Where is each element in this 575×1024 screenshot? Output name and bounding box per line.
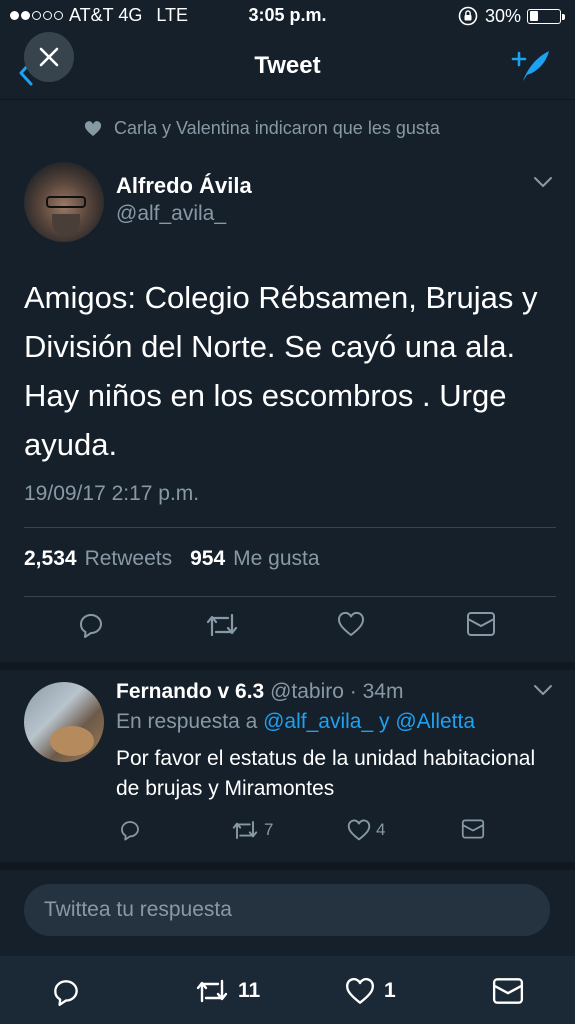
reply-like-button[interactable]: 4 [346, 818, 385, 842]
retweet-count[interactable]: 2,534 [24, 547, 77, 571]
heart-icon [84, 120, 102, 136]
reply-icon [121, 821, 139, 841]
bottom-dm-button[interactable] [492, 976, 524, 1006]
reply-reply-button[interactable] [118, 818, 142, 842]
reply-prefix: En respuesta a [116, 710, 258, 733]
like-count[interactable]: 954 [190, 547, 225, 571]
tweet-stats: 2,534 Retweets 954 Me gusta [24, 547, 330, 571]
bottom-like-button[interactable]: 1 [344, 976, 396, 1006]
reply-text: Por favor el estatus de la unidad habita… [116, 747, 536, 800]
social-context: Carla y Valentina indicaron que les gust… [84, 118, 440, 139]
battery-area: 30% [457, 5, 565, 27]
compose-tweet-icon [511, 51, 549, 81]
heart-icon [338, 611, 364, 636]
section-separator [0, 862, 575, 870]
reply-retweet-button[interactable]: 7 [230, 818, 273, 842]
retweet-icon [206, 613, 238, 637]
bottom-reply-button[interactable] [50, 976, 82, 1008]
like-button[interactable] [336, 610, 366, 638]
envelope-icon [492, 978, 524, 1004]
bottom-retweet-count: 11 [238, 979, 261, 1002]
social-context-label: Carla y Valentina indicaron que les gust… [114, 118, 440, 138]
author-handle[interactable]: @alf_avila_ [116, 202, 226, 226]
orientation-lock-icon [458, 6, 478, 26]
tweet-timestamp: 19/09/17 2:17 p.m. [24, 482, 200, 505]
reply-icon [80, 614, 102, 638]
mention-link[interactable]: @alf_avila_ [263, 710, 373, 733]
page-title: Tweet [254, 52, 321, 79]
reply-separator: · [349, 680, 357, 703]
section-separator [0, 662, 575, 670]
reply-icon [54, 980, 78, 1006]
battery-percent: 30% [484, 5, 521, 26]
tweet-text: Amigos: Colegio Rébsamen, Brujas y Divis… [24, 280, 538, 462]
heart-icon [347, 819, 371, 841]
author-name[interactable]: Alfredo Ávila [116, 173, 252, 199]
bottom-action-bar: 11 1 [0, 956, 575, 1024]
mention-conjunction: y [379, 710, 390, 733]
divider [24, 596, 556, 597]
reply-context: En respuesta a @alf_avila_ y @Alletta [116, 710, 475, 734]
battery-icon [527, 8, 565, 24]
envelope-icon [461, 819, 485, 839]
reply-button[interactable] [76, 610, 106, 640]
author-avatar[interactable] [24, 162, 104, 242]
nav-bar: Tweet [0, 32, 575, 100]
reply-author-avatar[interactable] [24, 682, 104, 762]
retweet-label[interactable]: Retweets [85, 547, 173, 571]
reply-header: Fernando v 6.3 @tabiro · 34m [116, 680, 403, 704]
like-label[interactable]: Me gusta [233, 547, 319, 571]
reply-input[interactable] [24, 884, 550, 936]
direct-message-button[interactable] [466, 610, 496, 638]
heart-icon [346, 977, 374, 1004]
mention-link[interactable]: @Alletta [395, 710, 475, 733]
bottom-retweet-button[interactable]: 11 [194, 976, 260, 1006]
divider [24, 527, 556, 528]
chevron-down-icon[interactable] [533, 684, 553, 696]
reply-author-handle[interactable]: @tabiro [270, 680, 344, 703]
retweet-icon [232, 821, 258, 839]
bottom-like-count: 1 [384, 979, 396, 1002]
retweet-button[interactable] [204, 610, 240, 640]
envelope-icon [467, 612, 495, 636]
reply-like-count: 4 [376, 820, 386, 839]
reply-retweet-count: 7 [264, 820, 274, 839]
reply-time: 34m [362, 680, 404, 703]
compose-tweet-button[interactable] [511, 48, 551, 84]
reply-author-name[interactable]: Fernando v 6.3 [116, 680, 264, 703]
reply-dm-button[interactable] [460, 818, 486, 840]
retweet-icon [196, 979, 228, 1003]
tweet-actions [0, 610, 575, 646]
reply-composer[interactable] [24, 884, 550, 936]
status-bar: AT&T 4G LTE 3:05 p.m. 30% [0, 0, 575, 32]
reply-actions: 7 4 [0, 818, 575, 848]
chevron-down-icon[interactable] [533, 176, 553, 188]
